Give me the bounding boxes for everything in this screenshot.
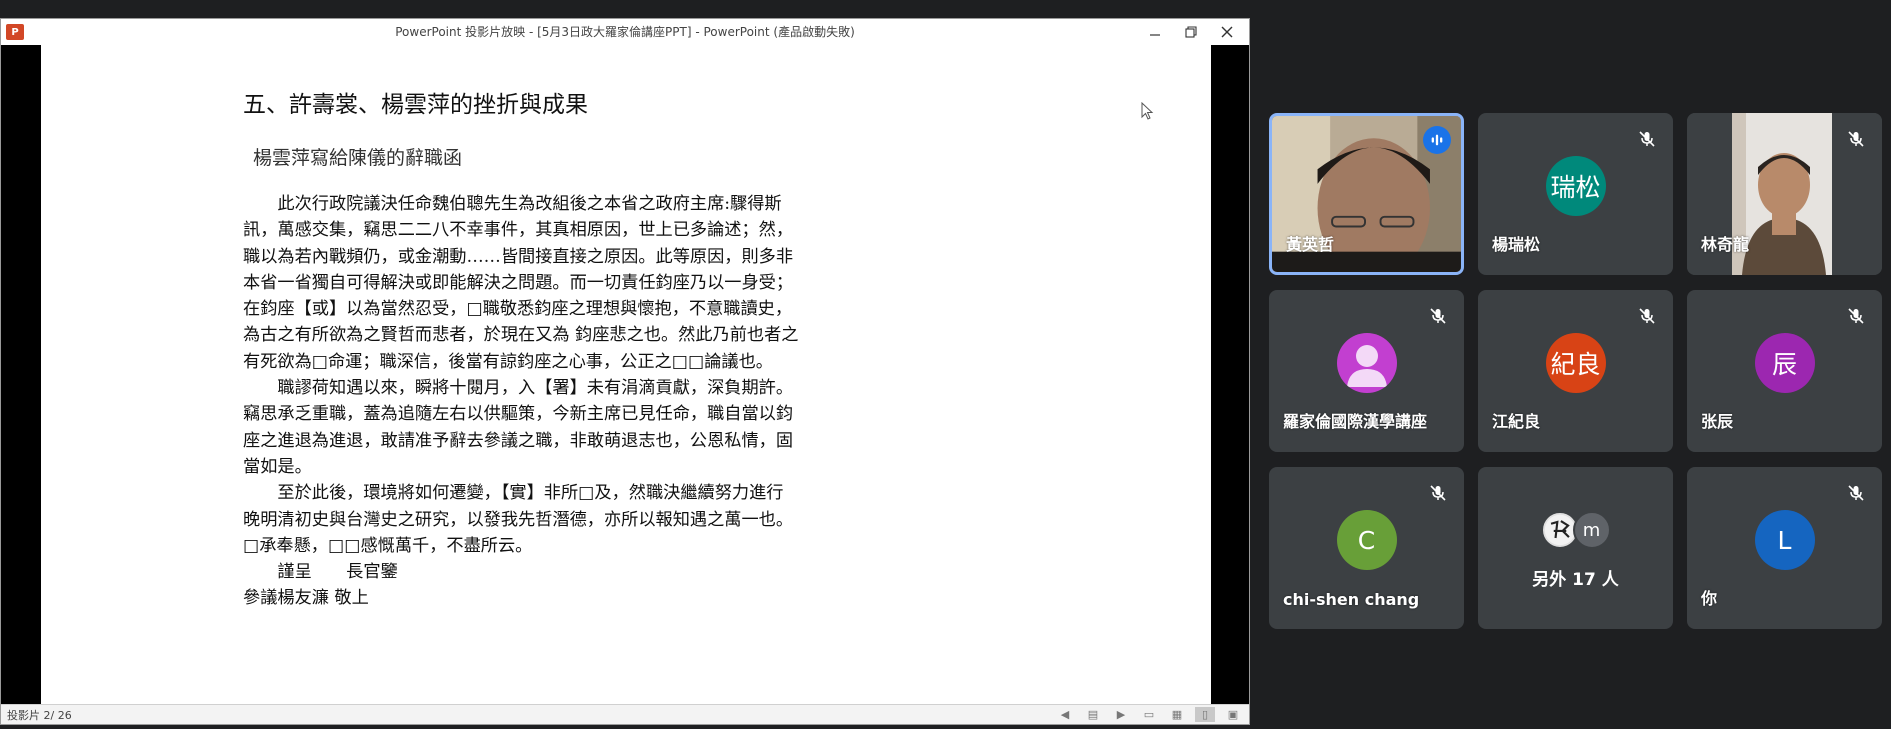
participant-tile[interactable]: C chi-shen chang xyxy=(1269,467,1464,629)
reading-view-button[interactable]: ▯ xyxy=(1195,707,1215,722)
others-avatars: m xyxy=(1478,511,1673,549)
close-button[interactable] xyxy=(1209,19,1245,45)
avatar xyxy=(1336,333,1397,393)
avatar: m xyxy=(1572,511,1611,549)
slide-line: 謹呈 長官鑒 xyxy=(243,562,398,583)
mic-off-icon xyxy=(1424,479,1452,507)
participant-name: 林奇龍 xyxy=(1701,235,1750,254)
participant-name: 羅家倫國際漢學講座 xyxy=(1283,412,1428,431)
minimize-button[interactable] xyxy=(1137,19,1173,45)
status-controls: ◀ ▤ ▶ ▭ ▦ ▯ ▣ xyxy=(1055,707,1243,722)
self-tile[interactable]: L 你 xyxy=(1687,467,1882,629)
notes-icon: ▤ xyxy=(1087,708,1099,721)
calligraphy-avatar-icon xyxy=(1544,514,1575,546)
slide-sorter-icon: ▦ xyxy=(1171,708,1183,721)
prev-slide-button[interactable]: ◀ xyxy=(1055,707,1075,722)
slide-line: 本省一省獨自可得解決或即能解決之問題。而一切責任鈞座乃以一身受； xyxy=(243,272,794,293)
slide-line: 訊，萬感交集，竊思二二八不幸事件，其真相原因，世上已多論述；然， xyxy=(243,220,794,241)
mouse-cursor-icon xyxy=(1141,102,1154,120)
slide-line: □承奉懸，□□感慨萬千，不盡所云。 xyxy=(243,535,533,556)
avatar: 紀良 xyxy=(1545,333,1606,393)
avatar: 辰 xyxy=(1754,333,1815,393)
avatar: L xyxy=(1754,510,1815,570)
participant-name: 张辰 xyxy=(1701,412,1734,431)
slide-area: 五、許壽裳、楊雲萍的挫折與成果 楊雲萍寫給陳儀的辭職函 此次行政院議決任命魏伯聰… xyxy=(1,45,1249,706)
slide-line: 晚明清初史與台灣史之研究，以發我先哲潛德，亦所以報知遇之萬一也。 xyxy=(243,509,794,530)
slide-sorter-button[interactable]: ▦ xyxy=(1167,707,1187,722)
slide-line: 當如是。 xyxy=(243,456,312,477)
participant-tile[interactable]: 黃英哲 xyxy=(1269,113,1464,275)
window-title: PowerPoint 投影片放映 - [5月3日政大羅家倫講座PPT] - Po… xyxy=(395,25,855,39)
slide-line: 竊思承乏重職，蓋為追隨左右以供驅策，今新主席已見任命，職自當以鈞 xyxy=(243,404,794,425)
slide-line: 此次行政院議決任命魏伯聰先生為改組後之本省之政府主席:驟得斯 xyxy=(243,194,782,214)
slide-body: 此次行政院議決任命魏伯聰先生為改組後之本省之政府主席:驟得斯 訊，萬感交集，竊思… xyxy=(243,191,963,612)
slide-subheading: 楊雲萍寫給陳儀的辭職函 xyxy=(253,147,463,169)
participant-name: chi-shen chang xyxy=(1283,590,1420,609)
slide-line: 職以為若內戰頻仍，或金潮動……皆間接直接之原因。此等原因，則多非 xyxy=(243,246,794,267)
mic-off-icon xyxy=(1842,302,1870,330)
participant-name: 楊瑞松 xyxy=(1492,235,1541,254)
mic-off-icon xyxy=(1842,479,1870,507)
person-icon xyxy=(1346,345,1387,387)
title-bar[interactable]: P PowerPoint 投影片放映 - [5月3日政大羅家倫講座PPT] - … xyxy=(1,19,1249,45)
slide[interactable]: 五、許壽裳、楊雲萍的挫折與成果 楊雲萍寫給陳儀的辭職函 此次行政院議決任命魏伯聰… xyxy=(41,45,1211,706)
participant-tile[interactable]: 辰 张辰 xyxy=(1687,290,1882,452)
others-tile[interactable]: m 另外 17 人 xyxy=(1478,467,1673,629)
next-icon: ▶ xyxy=(1116,708,1126,721)
participant-tile[interactable]: 瑞松 楊瑞松 xyxy=(1478,113,1673,275)
slide-line: 為古之有所欲為之賢哲而悲者，於現在又為 鈞座悲之也。然此乃前也者之 xyxy=(243,325,799,346)
slide-heading: 五、許壽裳、楊雲萍的挫折與成果 xyxy=(243,92,588,118)
mic-off-icon xyxy=(1424,302,1452,330)
slide-line: 參議楊友濂 敬上 xyxy=(243,588,369,609)
slideshow-button[interactable]: ▣ xyxy=(1223,707,1243,722)
slideshow-icon: ▣ xyxy=(1227,708,1239,721)
avatar: C xyxy=(1336,510,1397,570)
slide-counter: 投影片 2/ 26 xyxy=(7,708,72,722)
normal-view-button[interactable]: ▭ xyxy=(1139,707,1159,722)
minimize-icon xyxy=(1150,34,1160,36)
mic-off-icon xyxy=(1633,302,1661,330)
participant-tile[interactable]: 林奇龍 xyxy=(1687,113,1882,275)
window-controls xyxy=(1137,19,1245,45)
restore-button[interactable] xyxy=(1173,19,1209,45)
mic-off-icon xyxy=(1842,125,1870,153)
participant-name: 你 xyxy=(1701,589,1718,608)
participant-tile[interactable]: 紀良 江紀良 xyxy=(1478,290,1673,452)
slide-line: 座之進退為進退，敢請准予辭去參議之職，非敢萌退志也，公恩私情，固 xyxy=(243,430,794,451)
powerpoint-logo-icon: P xyxy=(6,24,24,40)
notes-button[interactable]: ▤ xyxy=(1083,707,1103,722)
mic-off-icon xyxy=(1633,125,1661,153)
participant-name: 江紀良 xyxy=(1492,412,1541,431)
slide-line: 至於此後，環境將如何遷變，【實】非所□及，然職決繼續努力進行 xyxy=(243,483,784,504)
status-bar: 投影片 2/ 26 ◀ ▤ ▶ ▭ ▦ ▯ ▣ xyxy=(1,704,1249,724)
participant-tile[interactable]: 羅家倫國際漢學講座 xyxy=(1269,290,1464,452)
screen: P PowerPoint 投影片放映 - [5月3日政大羅家倫講座PPT] - … xyxy=(0,0,1891,729)
avatar: 瑞松 xyxy=(1545,156,1606,216)
slide-line: 職謬荷知遇以來，瞬將十閱月，入【署】未有涓滴貢獻，深負期許。 xyxy=(243,378,794,399)
prev-icon: ◀ xyxy=(1060,708,1070,721)
reading-view-icon: ▯ xyxy=(1201,708,1209,721)
slide-line: 有死欲為□命運；職深信，後當有諒鈞座之心事，公正之□□論議也。 xyxy=(243,351,773,372)
restore-icon xyxy=(1185,26,1197,38)
participant-name: 黃英哲 xyxy=(1286,235,1335,254)
speaking-indicator-icon xyxy=(1423,126,1451,154)
slide-line: 在鈞座【或】以為當然忍受，□職敬悉鈞座之理想與懷抱，不意職讀史， xyxy=(243,299,793,320)
next-slide-button[interactable]: ▶ xyxy=(1111,707,1131,722)
others-count: 另外 17 人 xyxy=(1532,570,1619,590)
close-icon xyxy=(1221,26,1233,38)
normal-view-icon: ▭ xyxy=(1143,708,1155,721)
powerpoint-window: P PowerPoint 投影片放映 - [5月3日政大羅家倫講座PPT] - … xyxy=(0,18,1250,725)
